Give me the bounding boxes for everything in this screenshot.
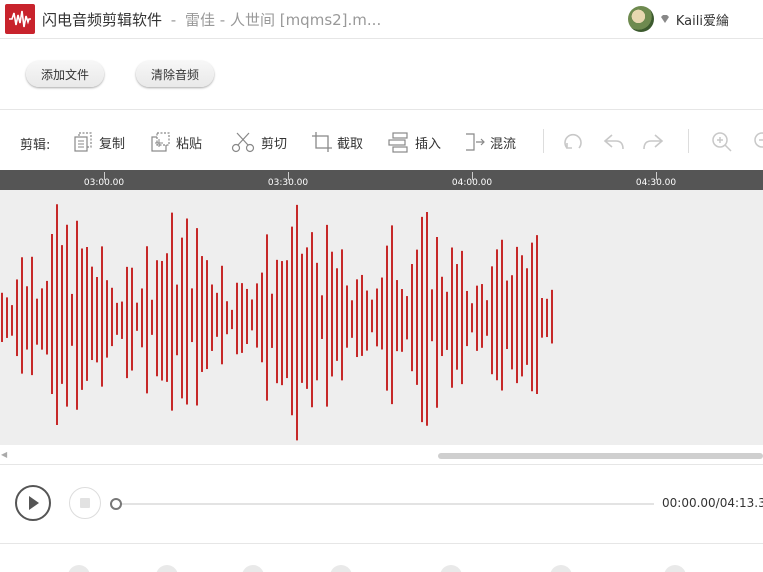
zoom-in-button[interactable] bbox=[710, 130, 734, 154]
paste-icon bbox=[151, 132, 170, 152]
time-display: 00:00.00/04:13.3 bbox=[662, 496, 763, 510]
scroll-left-arrow-icon[interactable]: ◀ bbox=[1, 450, 7, 459]
effect-icon bbox=[664, 565, 686, 572]
zoom-out-button[interactable] bbox=[752, 130, 763, 154]
timeline-scrollbar[interactable]: ◀ bbox=[0, 445, 763, 465]
ruler-tick-label: 04:00.00 bbox=[451, 178, 493, 188]
redo-button[interactable] bbox=[641, 130, 665, 154]
play-icon bbox=[29, 496, 39, 510]
effect-button[interactable] bbox=[440, 565, 462, 572]
waveform-graphic bbox=[1, 204, 553, 441]
redo-icon bbox=[643, 134, 664, 150]
crop-icon bbox=[312, 132, 332, 152]
insert-icon bbox=[388, 132, 408, 153]
file-actions-bar: 添加文件 清除音频 bbox=[0, 39, 763, 110]
scrollbar-thumb[interactable] bbox=[438, 453, 763, 459]
mix-label: 混流 bbox=[490, 136, 517, 152]
crop-label: 截取 bbox=[337, 136, 364, 152]
effect-button[interactable] bbox=[156, 565, 178, 572]
ruler-tick-label: 03:00.00 bbox=[83, 178, 125, 188]
edit-label: 剪辑: bbox=[20, 138, 51, 153]
file-name: 雷佳 - 人世间 [mqms2].m... bbox=[185, 11, 382, 29]
redo-circle-button[interactable] bbox=[561, 130, 585, 154]
vip-badge-icon bbox=[660, 15, 669, 23]
paste-button[interactable]: 粘贴 bbox=[150, 130, 202, 154]
scissors-icon bbox=[231, 132, 255, 153]
copy-label: 复制 bbox=[99, 136, 126, 152]
toolbar-divider bbox=[688, 129, 689, 153]
waveform-area[interactable] bbox=[0, 190, 763, 445]
avatar[interactable] bbox=[627, 6, 654, 32]
playback-progress-knob[interactable] bbox=[110, 498, 122, 510]
timeline-ruler[interactable]: 03:00.00 03:30.00 04:00.00 04:30.00 bbox=[0, 170, 763, 190]
paste-label: 粘贴 bbox=[176, 136, 203, 152]
insert-button[interactable]: 插入 bbox=[387, 130, 441, 154]
clear-audio-button[interactable]: 清除音频 bbox=[136, 61, 215, 87]
crop-button[interactable]: 截取 bbox=[311, 130, 363, 154]
effect-button[interactable] bbox=[550, 565, 572, 572]
effect-icon bbox=[550, 565, 572, 572]
zoom-in-icon bbox=[712, 132, 732, 152]
mix-icon bbox=[466, 133, 485, 151]
app-name: 闪电音频剪辑软件 bbox=[42, 11, 163, 29]
zoom-out-icon bbox=[754, 132, 763, 148]
mix-button[interactable]: 混流 bbox=[464, 130, 516, 154]
insert-label: 插入 bbox=[415, 136, 442, 152]
effect-icon bbox=[330, 565, 352, 572]
player-bar: 00:00.00/04:13.3 bbox=[0, 465, 763, 544]
title-separator: - bbox=[170, 11, 177, 29]
effect-icon bbox=[156, 565, 178, 572]
stop-icon bbox=[80, 498, 90, 508]
add-file-button[interactable]: 添加文件 bbox=[26, 61, 105, 87]
ruler-tick-label: 03:30.00 bbox=[267, 178, 309, 188]
stop-button[interactable] bbox=[69, 487, 101, 519]
effect-button[interactable] bbox=[242, 565, 264, 572]
effects-toolbar bbox=[0, 544, 763, 572]
effect-button[interactable] bbox=[68, 565, 90, 572]
title-bar: 闪电音频剪辑软件 - 雷佳 - 人世间 [mqms2].m... Kaili爱綸 bbox=[0, 0, 763, 39]
copy-button[interactable]: 复制 bbox=[73, 130, 125, 154]
app-logo-icon bbox=[5, 4, 35, 34]
effect-button[interactable] bbox=[330, 565, 352, 572]
cut-label: 剪切 bbox=[261, 136, 288, 152]
window-title: 闪电音频剪辑软件 - 雷佳 - 人世间 [mqms2].m... bbox=[42, 9, 381, 30]
edit-toolbar: 剪辑: 复制 粘贴 剪切 截取 插入 混流 bbox=[0, 110, 763, 170]
effect-icon bbox=[440, 565, 462, 572]
undo-icon bbox=[603, 134, 624, 150]
username[interactable]: Kaili爱綸 bbox=[676, 10, 729, 29]
undo-button[interactable] bbox=[602, 130, 626, 154]
effect-icon bbox=[68, 565, 90, 572]
playback-progress-track[interactable] bbox=[118, 503, 654, 505]
copy-icon bbox=[74, 132, 92, 152]
user-account[interactable]: Kaili爱綸 bbox=[627, 4, 729, 34]
effect-button[interactable] bbox=[664, 565, 686, 572]
play-button[interactable] bbox=[15, 485, 51, 521]
toolbar-divider bbox=[543, 129, 544, 153]
cut-button[interactable]: 剪切 bbox=[231, 130, 287, 154]
ruler-tick-label: 04:30.00 bbox=[635, 178, 677, 188]
refresh-icon bbox=[564, 133, 582, 149]
effect-icon bbox=[242, 565, 264, 572]
